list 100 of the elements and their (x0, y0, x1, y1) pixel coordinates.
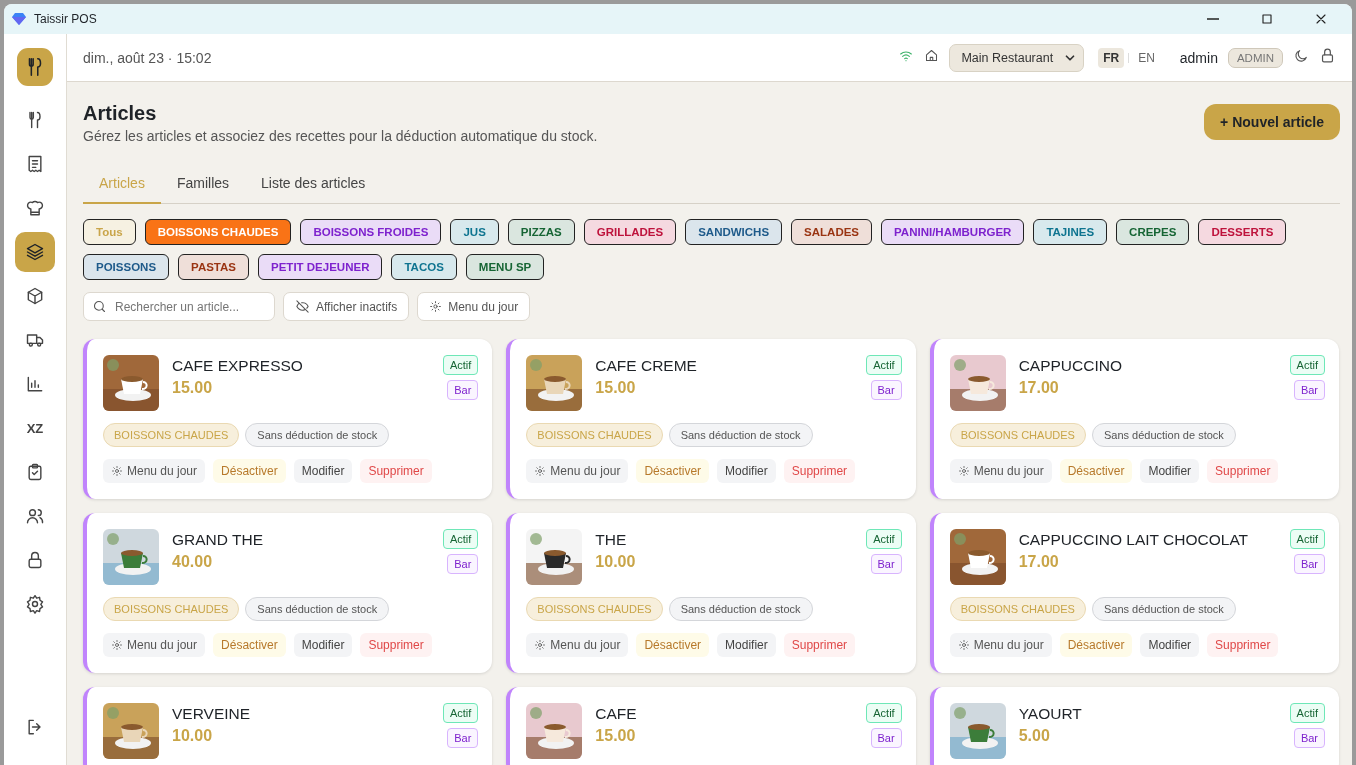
diamond-icon (12, 13, 26, 25)
status-badge: Actif (866, 355, 902, 375)
chef-hat-icon (25, 198, 45, 218)
lock-icon (1319, 47, 1336, 64)
tab[interactable]: Liste des articles (245, 171, 382, 204)
card-action-button[interactable]: Supprimer (1207, 633, 1279, 657)
card-action-button[interactable]: Désactiver (636, 633, 710, 657)
article-price: 40.00 (172, 553, 214, 571)
category-chip[interactable]: PASTAS (178, 254, 250, 280)
article-name: CAPPUCCINO LAIT CHOCOLAT (1018, 531, 1250, 549)
search-icon (92, 299, 107, 314)
settings-icon (25, 594, 45, 614)
tab[interactable]: Familles (160, 171, 246, 204)
card-action-button[interactable]: Supprimer (783, 633, 856, 657)
category-chip[interactable]: CREPES (1116, 219, 1190, 245)
card-action-button[interactable]: Modifier (717, 633, 776, 657)
language-toggle[interactable]: FR (1098, 47, 1125, 68)
card-action-button[interactable]: Supprimer (360, 459, 432, 483)
card-action-button[interactable]: Menu du jour (103, 459, 206, 483)
card-action-button[interactable]: Désactiver (213, 459, 286, 483)
article-name: VERVEINE (172, 705, 252, 723)
category-chip[interactable]: JUS (450, 219, 499, 245)
home-icon (924, 48, 940, 63)
status-badge: Actif (442, 529, 479, 549)
card-action-button[interactable]: Menu du jour (103, 633, 206, 657)
card-action-button[interactable]: Supprimer (360, 633, 432, 657)
category-chip[interactable]: PIZZAS (507, 219, 575, 245)
card-action-button[interactable]: Menu du jour (949, 459, 1052, 483)
card-action-button[interactable]: Menu du jour (526, 459, 629, 483)
station-badge: Bar (1293, 554, 1325, 574)
window-title: Taissir POS (34, 12, 97, 26)
category-chip[interactable]: BOISSONS FROIDES (300, 219, 442, 245)
article-name: CAFE CREME (595, 357, 698, 375)
article-price: 15.00 (172, 379, 214, 397)
sun-icon (957, 639, 970, 651)
category-chip[interactable]: DESSERTS (1198, 219, 1287, 245)
card-action-button[interactable]: Désactiver (636, 459, 710, 483)
card-action-button[interactable]: Modifier (1140, 459, 1200, 483)
article-price: 17.00 (1018, 553, 1060, 571)
status-badge: Actif (442, 355, 479, 375)
category-chip[interactable]: TAJINES (1033, 219, 1108, 245)
station-badge: Bar (447, 380, 479, 400)
status-badge: Actif (1289, 355, 1325, 375)
station-badge: Bar (870, 380, 902, 400)
category-chip[interactable]: SANDWICHS (685, 219, 783, 245)
restaurant-select[interactable]: Main Restaurant (949, 43, 1085, 72)
stock-tag: Sans déduction de stock (245, 423, 390, 447)
station-badge: Bar (447, 554, 479, 574)
category-chip[interactable]: TACOS (391, 254, 457, 280)
article-name: YAOURT (1018, 705, 1083, 723)
card-action-button[interactable]: Modifier (1140, 633, 1200, 657)
user-name: admin (1179, 49, 1218, 66)
category-tag: BOISSONS CHAUDES (949, 597, 1086, 621)
category-chip[interactable]: PANINI/HAMBURGER (881, 219, 1025, 245)
article-price: 10.00 (595, 553, 637, 571)
new-article-button[interactable]: + Nouvel article (1204, 104, 1340, 140)
station-badge: Bar (1293, 728, 1325, 748)
search-field[interactable]: Rechercher un article... (83, 292, 275, 321)
status-badge: Actif (1289, 529, 1325, 549)
category-chip[interactable]: POISSONS (83, 254, 170, 280)
category-tag: BOISSONS CHAUDES (949, 423, 1086, 447)
station-badge: Bar (870, 554, 902, 574)
status-badge: Actif (1289, 703, 1325, 723)
sun-icon (111, 465, 123, 477)
category-chip[interactable]: PETIT DEJEUNER (258, 254, 383, 280)
eye-off-icon (295, 299, 310, 314)
language-toggle[interactable]: EN (1133, 47, 1160, 68)
stock-tag: Sans déduction de stock (245, 597, 390, 621)
article-name: THE (595, 531, 628, 549)
article-price: 15.00 (595, 727, 637, 745)
category-tag: BOISSONS CHAUDES (103, 423, 240, 447)
category-chip[interactable]: MENU SP (465, 254, 545, 280)
status-badge: Actif (866, 703, 902, 723)
card-action-button[interactable]: Modifier (293, 633, 353, 657)
article-name: CAPPUCCINO (1018, 357, 1123, 375)
card-action-button[interactable]: Menu du jour (526, 633, 629, 657)
page-subtitle: Gérez les articles et associez des recettes pour la déduction automatique du stock. (83, 128, 598, 144)
station-badge: Bar (870, 728, 902, 748)
category-chip[interactable]: GRILLADES (583, 219, 677, 245)
clipboard-check-icon (25, 462, 45, 482)
card-action-button[interactable]: Menu du jour (949, 633, 1052, 657)
card-action-button[interactable]: Désactiver (1059, 459, 1133, 483)
card-action-button[interactable]: Supprimer (783, 459, 856, 483)
article-price: 5.00 (1018, 727, 1051, 745)
card-action-button[interactable]: Désactiver (1059, 633, 1133, 657)
card-action-button[interactable]: Modifier (717, 459, 776, 483)
status-badge: Actif (442, 703, 479, 723)
card-action-button[interactable]: Supprimer (1207, 459, 1279, 483)
article-price: 17.00 (1018, 379, 1060, 397)
sidebar-item[interactable]: XZ (15, 408, 55, 448)
card-action-button[interactable]: Désactiver (213, 633, 286, 657)
station-badge: Bar (447, 728, 479, 748)
sidebar-item[interactable] (15, 232, 55, 272)
category-chip[interactable]: SALADES (791, 219, 873, 245)
lock-icon (25, 550, 45, 570)
moon-icon (1293, 47, 1309, 64)
daily-menu-button[interactable]: Menu du jour (417, 292, 531, 321)
stock-tag: Sans déduction de stock (668, 423, 813, 447)
card-action-button[interactable]: Modifier (293, 459, 353, 483)
sun-icon (957, 465, 970, 477)
